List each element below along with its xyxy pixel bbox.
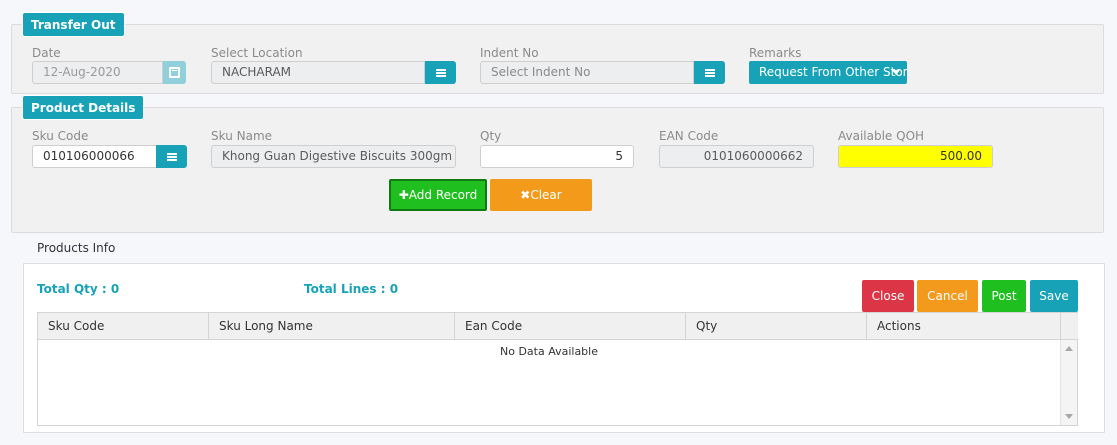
available-qoh-input[interactable]: 500.00	[838, 145, 993, 168]
product-details-legend: Product Details	[22, 95, 145, 120]
products-info-title: Products Info	[37, 241, 116, 255]
save-button[interactable]: Save	[1030, 280, 1078, 312]
ean-code-label: EAN Code	[659, 129, 719, 143]
scroll-up-icon[interactable]	[1065, 346, 1073, 351]
remarks-select[interactable]: Request From Other Store	[749, 61, 907, 84]
ean-code-input[interactable]: 0101060000662	[659, 145, 814, 168]
qty-label: Qty	[480, 129, 502, 143]
date-input[interactable]: 12-Aug-2020	[32, 61, 163, 84]
post-button[interactable]: Post	[982, 280, 1026, 312]
empty-message: No Data Available	[499, 345, 598, 358]
available-qoh-label: Available QOH	[838, 129, 925, 143]
column-header-ean-code[interactable]: Ean Code	[455, 313, 686, 340]
remarks-select-value: Request From Other Store	[759, 65, 907, 79]
products-grid: Sku Code Sku Long Name Ean Code Qty Acti…	[37, 312, 1078, 426]
indent-label: Indent No	[480, 46, 539, 60]
column-header-actions[interactable]: Actions	[867, 313, 1061, 340]
remarks-label: Remarks	[749, 46, 802, 60]
grid-header: Sku Code Sku Long Name Ean Code Qty Acti…	[38, 313, 1078, 340]
cancel-button[interactable]: Cancel	[917, 280, 978, 312]
column-header-sku-code[interactable]: Sku Code	[38, 313, 209, 340]
transfer-out-legend: Transfer Out	[22, 12, 125, 37]
qty-input[interactable]: 5	[480, 145, 634, 168]
column-header-qty[interactable]: Qty	[686, 313, 867, 340]
sku-code-label: Sku Code	[32, 129, 89, 143]
hamburger-icon	[166, 152, 177, 161]
add-record-button[interactable]: ✚Add Record	[389, 179, 487, 211]
sku-code-input[interactable]: 010106000066	[32, 145, 157, 168]
scroll-down-icon[interactable]	[1065, 414, 1073, 419]
sku-lookup-button[interactable]	[156, 145, 187, 168]
date-label: Date	[32, 46, 61, 60]
location-input[interactable]: NACHARAM	[211, 61, 425, 84]
total-lines: Total Lines : 0	[304, 282, 399, 296]
add-record-label: Add Record	[408, 188, 478, 202]
date-picker-button[interactable]	[163, 61, 186, 84]
clear-label: Clear	[530, 188, 562, 202]
calendar-icon	[169, 67, 180, 78]
plus-icon: ✚	[398, 188, 409, 202]
product-details-panel: Product Details	[11, 95, 1104, 233]
close-button[interactable]: Close	[862, 280, 914, 312]
grid-scrollbar[interactable]	[1060, 340, 1077, 425]
sku-name-input[interactable]: Khong Guan Digestive Biscuits 300gm	[211, 145, 456, 168]
indent-input[interactable]: Select Indent No	[480, 61, 694, 84]
times-icon: ✖	[520, 188, 531, 202]
total-qty: Total Qty : 0	[37, 282, 120, 296]
hamburger-icon	[704, 68, 715, 77]
column-header-sku-long-name[interactable]: Sku Long Name	[209, 313, 455, 340]
indent-lookup-button[interactable]	[694, 61, 725, 84]
clear-button[interactable]: ✖Clear	[490, 179, 592, 211]
location-lookup-button[interactable]	[425, 61, 456, 84]
caret-down-icon	[892, 70, 900, 75]
sku-name-label: Sku Name	[211, 129, 273, 143]
location-label: Select Location	[211, 46, 303, 60]
hamburger-icon	[435, 68, 446, 77]
